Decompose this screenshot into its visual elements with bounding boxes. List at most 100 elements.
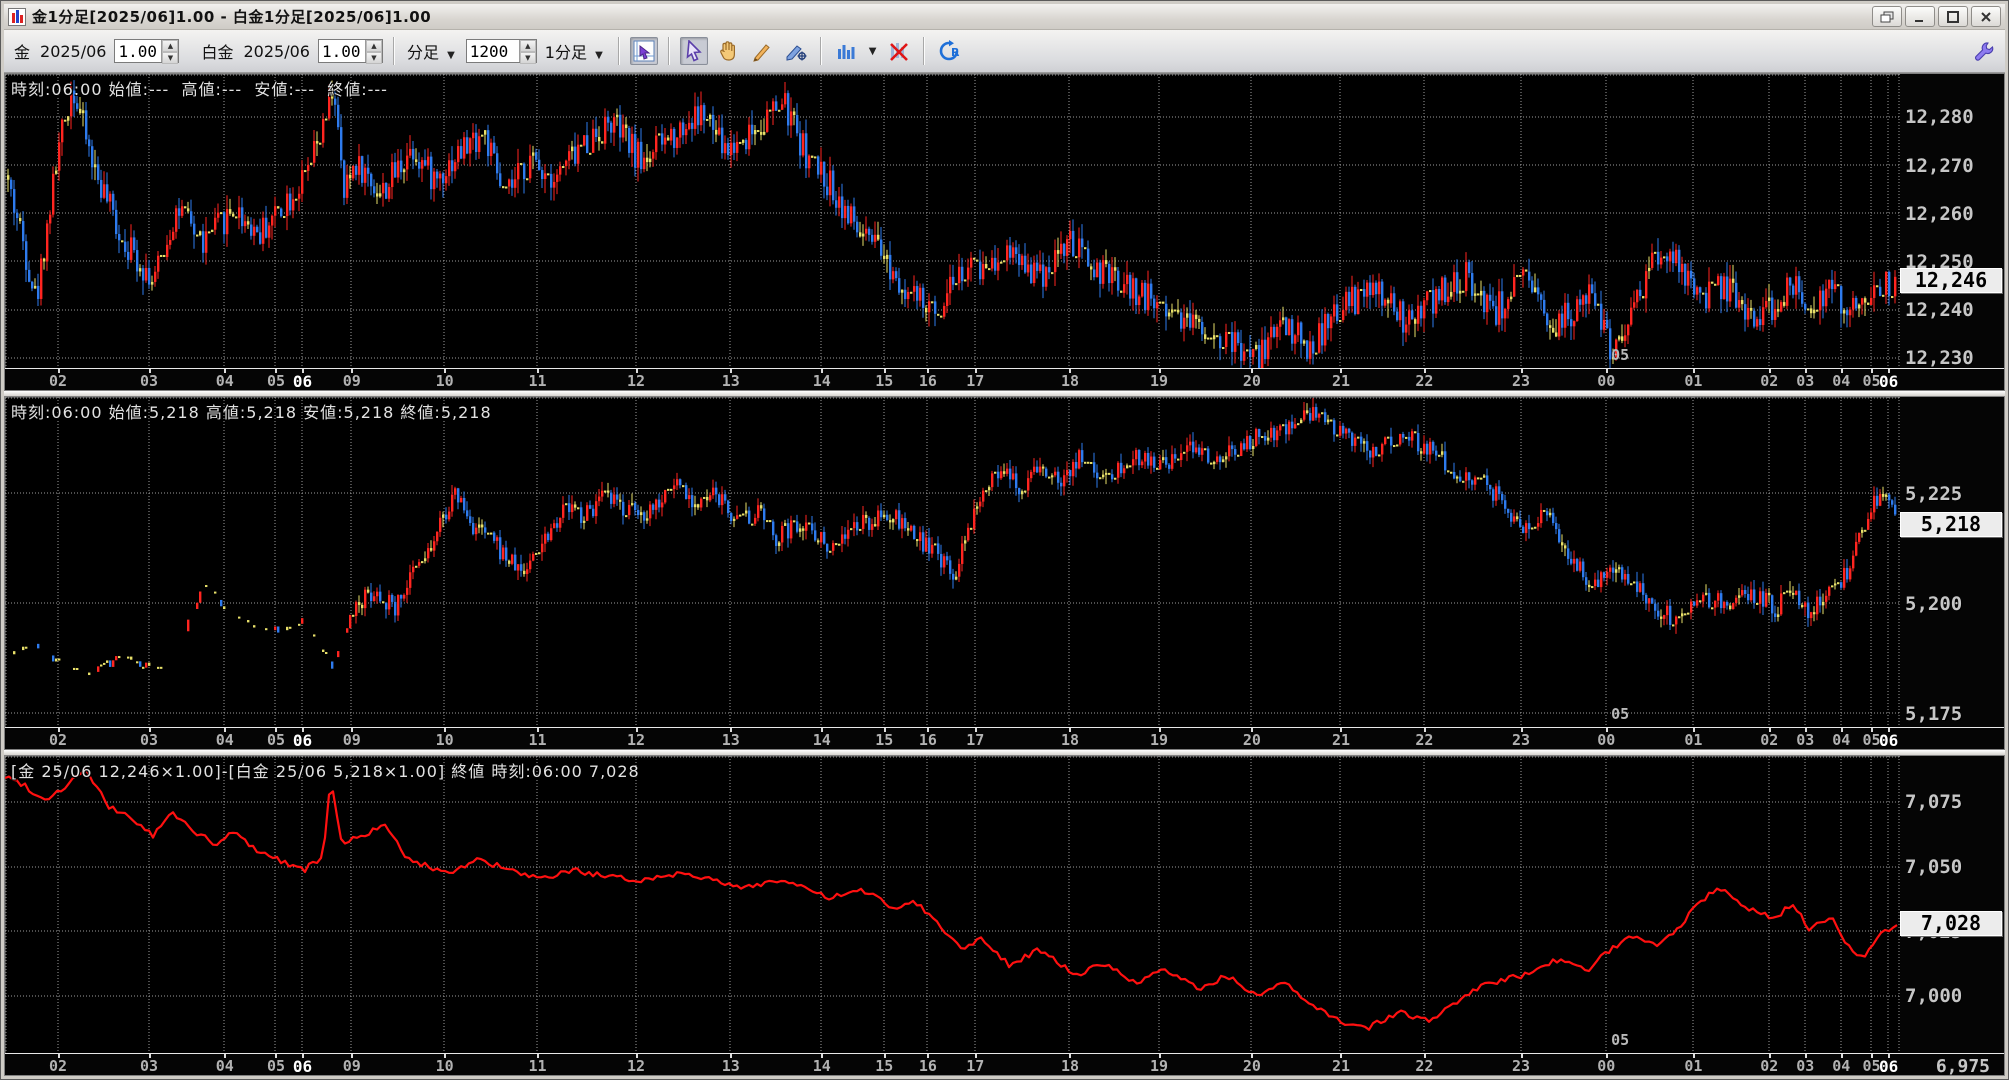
time-axis-label: 22 [1415, 1057, 1434, 1075]
time-axis-label: 05 [266, 1057, 286, 1075]
gold-plot-area[interactable]: 05 [5, 74, 1900, 368]
timeframe-dropdown[interactable]: 1分足 ▼ [543, 39, 608, 63]
interval-dropdown[interactable]: 分足 ▼ [405, 39, 460, 63]
platinum-time-axis: 02 03 04 05 06 09 10 11 12 13 14 15 16 17 18 19 20 21 22 23… [5, 727, 2004, 749]
time-axis-label: 18 [1060, 372, 1080, 390]
spread-line-panel[interactable]: 05 [金 25/06 12,246×1.00]-[白金 25/06 5,218… [4, 755, 2005, 1076]
price-axis-label: 12,280 [1905, 106, 1974, 129]
hand-tool-button[interactable] [714, 37, 742, 65]
spread-status-line: [金 25/06 12,246×1.00]-[白金 25/06 5,218×1.… [11, 762, 640, 781]
platinum-contract-month: 2025/06 [243, 41, 310, 61]
chart-type-chevron-icon[interactable]: ▼ [866, 46, 880, 57]
title-bar[interactable]: 金1分足[2025/06]1.00 - 白金1分足[2025/06]1.00 [4, 4, 2005, 30]
chart-window: 金1分足[2025/06]1.00 - 白金1分足[2025/06]1.00 金… [0, 0, 2009, 1080]
draw-line-tool-button[interactable] [748, 37, 776, 65]
time-axis-label: 06 [1878, 1057, 1899, 1076]
time-axis-label: 15 [875, 372, 894, 390]
time-axis-label: 05 [266, 731, 286, 749]
time-axis-label: 16 [918, 731, 937, 749]
bar-chart-icon [837, 45, 855, 59]
time-axis-label: 02 [49, 1057, 68, 1075]
app-candlestick-icon [8, 7, 26, 26]
settings-button[interactable] [1969, 37, 1997, 65]
window-title: 金1分足[2025/06]1.00 - 白金1分足[2025/06]1.00 [32, 8, 432, 26]
time-axis-label: 11 [528, 731, 547, 749]
time-axis-label: 11 [528, 372, 547, 390]
gold-ratio-arrows[interactable]: ▲ ▼ [161, 40, 179, 64]
time-axis-label: 05 [1862, 1057, 1881, 1075]
svg-text:05: 05 [1611, 1031, 1629, 1049]
chart-cursor-icon [633, 40, 655, 62]
cascade-windows-button[interactable] [1872, 6, 1902, 27]
time-axis-label: 01 [1684, 372, 1703, 390]
time-axis-label: 17 [966, 372, 985, 390]
time-axis-label: 17 [966, 1057, 985, 1075]
chevron-down-icon: ▼ [595, 50, 603, 61]
gold-ratio-spinner[interactable]: ▲▼ [114, 39, 180, 64]
time-axis-label: 19 [1150, 731, 1169, 749]
bar-chart-type-button[interactable] [832, 37, 860, 65]
time-axis-label: 03 [1796, 372, 1815, 390]
bar-count-input[interactable] [466, 40, 519, 62]
time-axis-label: 13 [721, 731, 740, 749]
delete-chart-button[interactable] [885, 37, 913, 65]
chart-cursor-tool-button[interactable] [629, 37, 658, 65]
time-axis-label: 03 [139, 1057, 159, 1075]
reload-button[interactable]: R [935, 37, 963, 65]
platinum-plot-area[interactable]: 05 [5, 397, 1900, 727]
gold-symbol-label: 金 [14, 43, 31, 62]
time-axis-label: 03 [139, 372, 159, 390]
minimize-button[interactable] [1905, 6, 1935, 27]
hand-icon [719, 41, 735, 61]
select-tool-button[interactable] [679, 37, 708, 65]
gold-current-price-box: 12,246 [1900, 268, 2002, 294]
reload-r-icon: R [940, 40, 960, 61]
time-axis-label: 19 [1150, 372, 1169, 390]
time-axis-label: 10 [435, 372, 454, 390]
time-axis-label: 06 [292, 1057, 313, 1076]
time-axis-label: 04 [215, 372, 234, 390]
platinum-ratio-arrows[interactable]: ▲ ▼ [364, 40, 382, 64]
svg-text:05: 05 [1611, 705, 1629, 723]
time-axis-label: 14 [812, 1057, 831, 1075]
time-axis-label: 12 [627, 1057, 646, 1075]
svg-text:R: R [951, 46, 960, 59]
gold-candle-panel[interactable]: 05 時刻:06:00 始値:--- 高値:--- 安値:--- 終値:--- … [4, 73, 2005, 391]
platinum-ratio-input[interactable] [318, 40, 365, 62]
time-axis-label: 11 [528, 1057, 547, 1075]
price-axis-label: 7,075 [1905, 791, 1963, 814]
time-axis-label: 05 [1862, 372, 1881, 390]
gold-ratio-input[interactable] [115, 40, 162, 62]
time-axis-label: 04 [215, 1057, 234, 1075]
marker-tool-button[interactable] [782, 37, 810, 65]
platinum-ratio-spinner[interactable]: ▲▼ [317, 39, 383, 64]
platinum-current-price-box: 5,218 [1900, 511, 2002, 537]
chevron-down-icon: ▼ [447, 50, 455, 61]
time-axis-label: 16 [918, 372, 937, 390]
bar-count-spinner[interactable]: ▲▼ [465, 39, 537, 64]
maximize-button[interactable] [1938, 6, 1968, 27]
chart-stack: 05 時刻:06:00 始値:--- 高値:--- 安値:--- 終値:--- … [4, 73, 2005, 1076]
time-axis-label: 15 [875, 1057, 894, 1075]
time-axis-label: 02 [1760, 1057, 1779, 1075]
gold-price-axis: 12,246 12,230 12,240 12,250 12,260 12,270 12,… [1900, 74, 2004, 368]
bar-count-arrows[interactable]: ▲ ▼ [518, 40, 536, 64]
time-axis-label: 14 [812, 372, 831, 390]
spread-bottom-axis-label: 6,975 [1935, 1056, 1990, 1076]
time-axis-label: 00 [1597, 1057, 1616, 1075]
time-axis-label: 06 [1878, 372, 1899, 391]
platinum-candle-panel[interactable]: 05 時刻:06:00 始値:5,218 高値:5,218 安値:5,218 終… [4, 396, 2005, 750]
time-axis-label: 01 [1684, 731, 1703, 749]
gold-time-axis: 02 03 04 05 06 09 10 11 12 13 14 15 16 17 18 19 20 21 22 23… [5, 368, 2004, 390]
time-axis-label: 09 [342, 372, 361, 390]
price-axis-label: 12,270 [1905, 154, 1974, 177]
spread-plot-area[interactable]: 05 [5, 756, 1900, 1053]
time-axis-label: 17 [966, 731, 985, 749]
close-button[interactable] [1971, 6, 2001, 27]
time-axis-label: 04 [1832, 1057, 1851, 1075]
time-axis-label: 18 [1060, 1057, 1080, 1075]
price-axis-label: 7,050 [1905, 856, 1963, 879]
time-axis-label: 23 [1511, 1057, 1531, 1075]
gold-contract-month: 2025/06 [40, 41, 107, 61]
time-axis-label: 23 [1511, 731, 1531, 749]
